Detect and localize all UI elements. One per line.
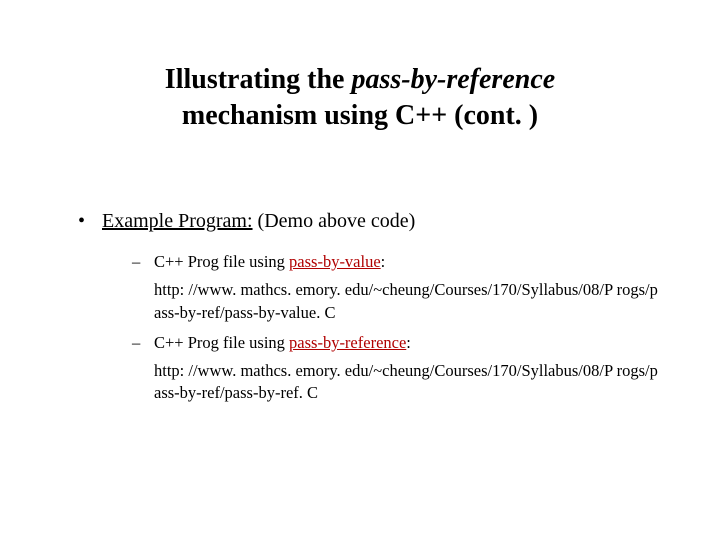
title-line2: mechanism using C++ (cont. ) [182,100,538,131]
bullet-lead-after: (Demo above code) [253,210,416,232]
subitem-prefix: C++ Prog file using [154,333,289,352]
slide-body: Example Program: (Demo above code) C++ P… [78,210,660,423]
title-italic: pass-by-reference [351,64,555,95]
subitem-prefix: C++ Prog file using [154,252,289,271]
subitem-pass-by-reference: C++ Prog file using pass-by-reference: [132,332,660,354]
title-prefix: Illustrating the [165,64,352,95]
slide-title: Illustrating the pass-by-reference mecha… [0,62,720,135]
subitem-highlight: pass-by-value [289,252,381,271]
bullet-lead: Example Program: [102,210,253,232]
bullet-example-program: Example Program: (Demo above code) C++ P… [78,210,660,405]
subitem-suffix: : [406,333,411,352]
slide: Illustrating the pass-by-reference mecha… [0,0,720,540]
subitem-url: http: //www. mathcs. emory. edu/~cheung/… [132,360,660,405]
subitem-pass-by-value: C++ Prog file using pass-by-value: [132,251,660,273]
subitem-url: http: //www. mathcs. emory. edu/~cheung/… [132,279,660,324]
subitem-highlight: pass-by-reference [289,333,406,352]
sublist: C++ Prog file using pass-by-value: http:… [132,251,660,405]
subitem-suffix: : [381,252,386,271]
